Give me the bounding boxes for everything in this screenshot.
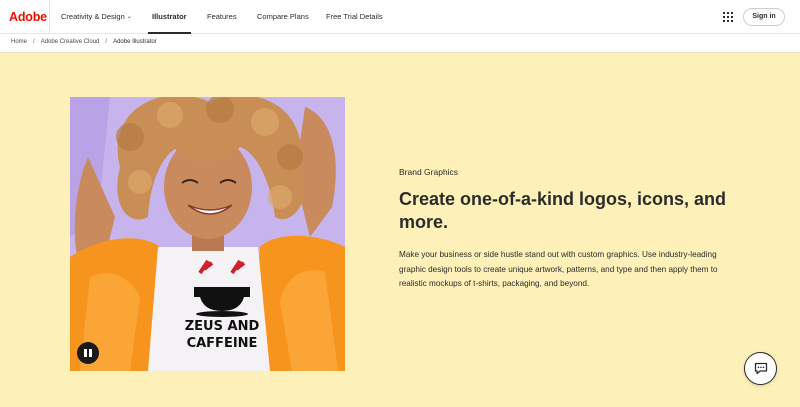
breadcrumb-separator: / [33, 39, 35, 45]
hero-headline: Create one-of-a-kind logos, icons, and m… [399, 189, 727, 232]
nav-creativity-design[interactable]: Creativity & Design ⌄ [61, 0, 132, 34]
nav-divider [49, 0, 50, 34]
breadcrumb-current: Adobe Illustrator [113, 39, 157, 45]
breadcrumb-home[interactable]: Home [11, 39, 27, 45]
hero-body: Make your business or side hustle stand … [399, 250, 718, 288]
sign-in-button[interactable]: Sign in [743, 8, 785, 26]
shirt-text-line2: CAFFEINE [187, 336, 258, 351]
nav-free-trial-details[interactable]: Free Trial Details [326, 0, 383, 34]
adobe-logo[interactable]: Adobe [9, 10, 47, 24]
top-navigation: Adobe Creativity & Design ⌄ Illustrator F… [0, 0, 800, 34]
breadcrumb: Home / Adobe Creative Cloud / Adobe Illustra… [0, 34, 800, 53]
pause-icon[interactable] [77, 342, 99, 364]
nav-illustrator[interactable]: Illustrator [148, 0, 191, 34]
breadcrumb-separator: / [105, 39, 108, 45]
hero-video[interactable]: ZEUS AND CAFFEINE [70, 97, 345, 371]
chevron-down-icon: ⌄ [126, 14, 132, 20]
shirt-text-line1: ZEUS AND [185, 319, 260, 334]
chat-button[interactable] [744, 352, 777, 385]
nav-compare-plans[interactable]: Compare Plans [257, 0, 309, 34]
breadcrumb-creative-cloud[interactable]: Adobe Creative Cloud [41, 39, 100, 45]
chat-icon [754, 362, 767, 375]
hero-eyebrow: Brand Graphics [399, 167, 459, 177]
nav-creativity-design-label: Creativity & Design [61, 12, 125, 21]
hero-illustration: ZEUS AND CAFFEINE [70, 97, 345, 371]
nav-features[interactable]: Features [207, 0, 237, 34]
grid-icon[interactable] [723, 12, 733, 22]
